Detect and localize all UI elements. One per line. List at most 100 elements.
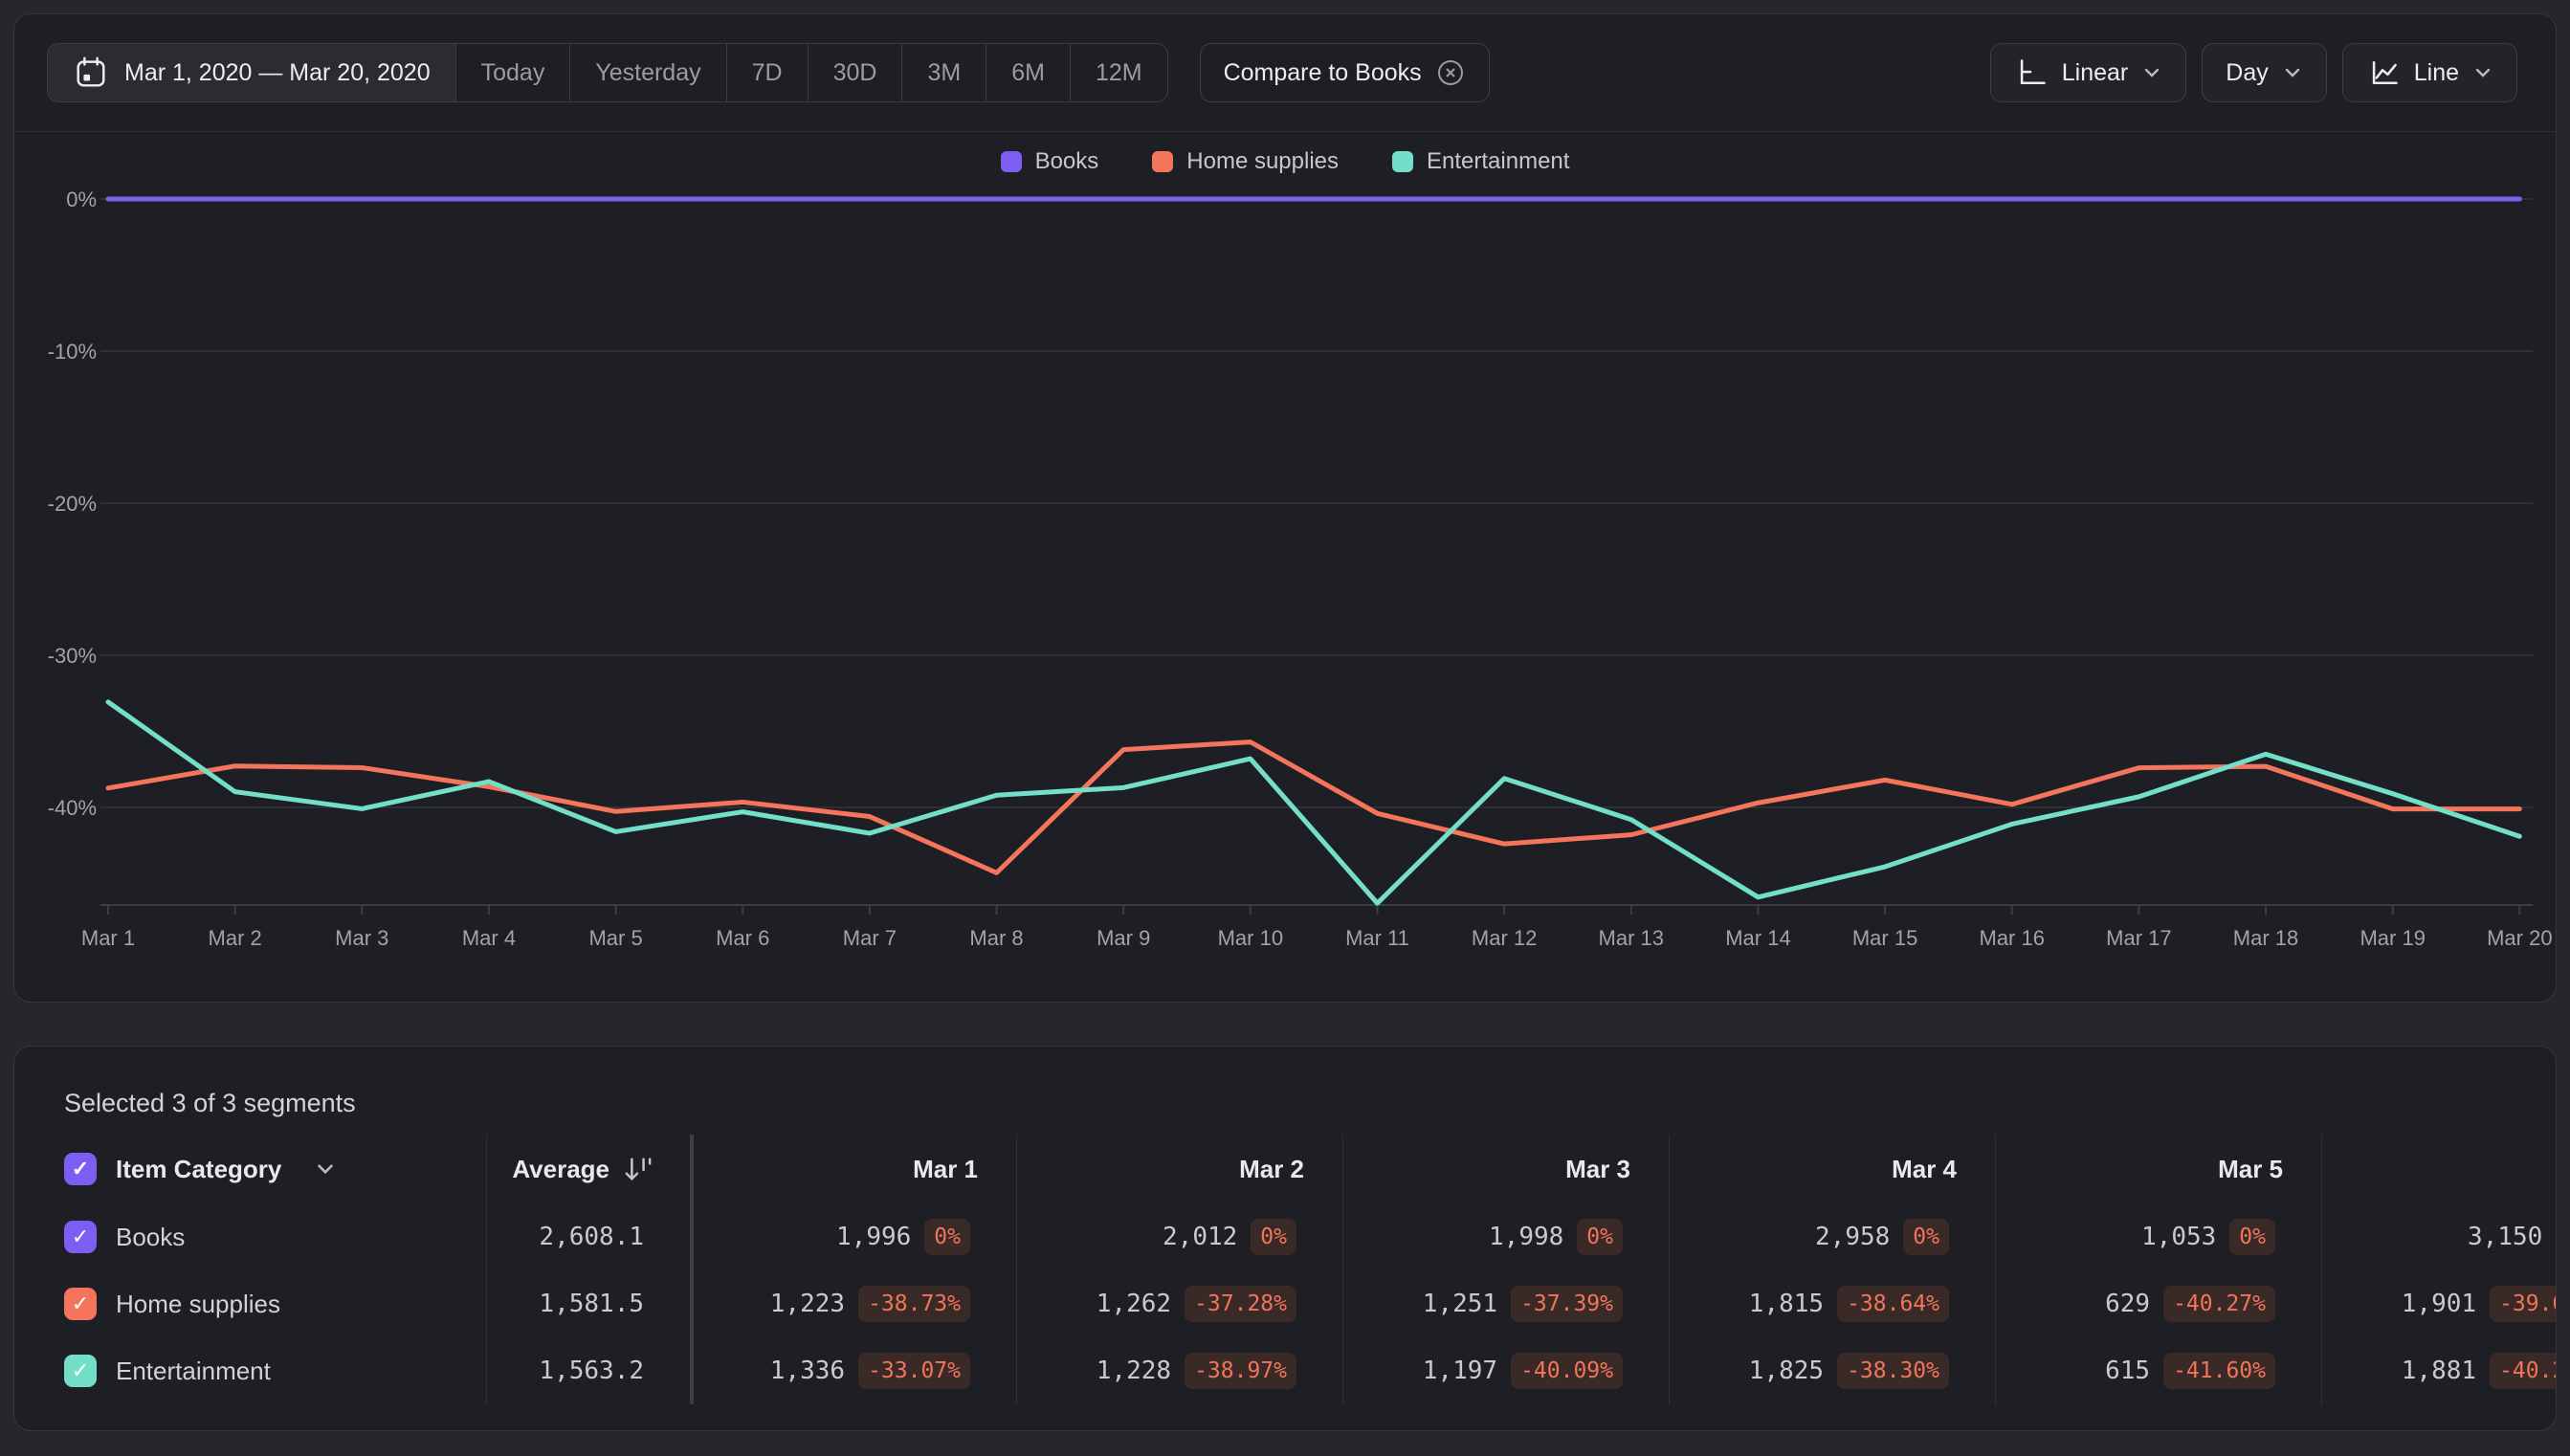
- x-axis-label: Mar 4: [462, 926, 516, 950]
- x-axis-label: Mar 16: [1980, 926, 2045, 950]
- percent-change-badge: 0%: [1903, 1219, 1949, 1255]
- chevron-down-icon: [2141, 62, 2162, 83]
- percent-change-badge: 0%: [2229, 1219, 2275, 1255]
- cell-value: 2,012: [1163, 1223, 1238, 1251]
- date-column-header: [2321, 1135, 2556, 1203]
- chevron-down-icon[interactable]: [314, 1158, 337, 1180]
- row-label: Entertainment: [116, 1356, 271, 1385]
- value-cell: 1,998 0%: [1342, 1203, 1669, 1270]
- row-label: Books: [116, 1222, 186, 1251]
- percent-change-badge: -40.29%: [2490, 1353, 2556, 1389]
- x-axis-label: Mar 5: [588, 926, 642, 950]
- chart-type-label: Line: [2413, 58, 2459, 86]
- item-category-header[interactable]: ✓ Item Category: [14, 1135, 486, 1203]
- percent-change-badge: -38.73%: [858, 1286, 970, 1322]
- average-header[interactable]: Average: [486, 1135, 690, 1203]
- preset-button-30d[interactable]: 30D: [807, 44, 902, 101]
- y-axis-label: 0%: [66, 188, 97, 211]
- cell-value: 1,996: [836, 1223, 912, 1251]
- scale-select[interactable]: Linear: [1989, 43, 2187, 102]
- value-cell: 1,251 -37.39%: [1342, 1270, 1669, 1337]
- value-cell: 629 -40.27%: [1995, 1270, 2321, 1337]
- value-cell: 1,262 -37.28%: [1016, 1270, 1342, 1337]
- percent-change-badge: -40.09%: [1511, 1353, 1623, 1389]
- percent-change-badge: -33.07%: [858, 1353, 970, 1389]
- chart-type-select[interactable]: Line: [2341, 43, 2517, 102]
- series-line-entertainment[interactable]: [105, 699, 2522, 906]
- cell-value: 1,825: [1748, 1357, 1825, 1385]
- value-cell: 1,228 -38.97%: [1016, 1337, 1342, 1404]
- percent-change-badge: -37.39%: [1511, 1286, 1623, 1322]
- x-axis-label: Mar 11: [1345, 926, 1409, 950]
- percent-change-badge: 0%: [1577, 1219, 1623, 1255]
- granularity-label: Day: [2226, 58, 2269, 86]
- x-axis-label: Mar 10: [1218, 926, 1283, 950]
- x-circle-icon[interactable]: [1435, 57, 1466, 88]
- x-axis-label: Mar 19: [2360, 926, 2425, 950]
- x-axis-label: Mar 2: [209, 926, 262, 950]
- segments-table: ✓ Item Category Average Mar 1 Mar 2 Mar 3 Mar …: [14, 1135, 2557, 1404]
- segments-table-panel: Selected 3 of 3 segments ✓ Item Category A…: [13, 1046, 2557, 1431]
- preset-button-7d[interactable]: 7D: [725, 44, 808, 101]
- value-cell: 2,012 0%: [1016, 1203, 1342, 1270]
- row-checkbox-home-supplies[interactable]: ✓: [64, 1288, 97, 1320]
- preset-button-today[interactable]: Today: [454, 44, 570, 101]
- cell-value: 1,223: [769, 1290, 846, 1318]
- cell-value: 1,197: [1422, 1357, 1498, 1385]
- value-cell: 1,815 -38.64%: [1669, 1270, 1995, 1337]
- cell-value: 1,251: [1422, 1290, 1498, 1318]
- value-cell: 1,223 -38.73%: [690, 1270, 1016, 1337]
- cell-value: 1,815: [1748, 1290, 1825, 1318]
- value-cell: 1,881 -40.29%: [2321, 1337, 2556, 1404]
- x-axis-label: Mar 1: [81, 926, 135, 950]
- value-cell: 3,150 0%: [2321, 1203, 2557, 1270]
- preset-button-3m[interactable]: 3M: [901, 44, 986, 101]
- cell-value: 1,053: [2141, 1223, 2217, 1251]
- value-cell: 1,996 0%: [690, 1203, 1016, 1270]
- y-axis-label: -30%: [48, 644, 97, 668]
- cell-value: 615: [2105, 1357, 2151, 1385]
- value-cell: 1,197 -40.09%: [1342, 1337, 1669, 1404]
- value-cell: 2,958 0%: [1669, 1203, 1995, 1270]
- analytics-report-page: Mar 1, 2020 — Mar 20, 2020 Today Yesterda…: [0, 0, 2570, 1456]
- x-axis-label: Mar 14: [1725, 926, 1790, 950]
- date-range-button[interactable]: Mar 1, 2020 — Mar 20, 2020: [48, 44, 455, 101]
- chevron-down-icon: [2472, 62, 2493, 83]
- value-cell: 615 -41.60%: [1995, 1337, 2321, 1404]
- preset-button-12m[interactable]: 12M: [1069, 44, 1167, 101]
- percent-change-badge: -38.97%: [1185, 1353, 1296, 1389]
- percent-change-badge: 0%: [2556, 1219, 2557, 1255]
- granularity-select[interactable]: Day: [2202, 43, 2327, 102]
- x-axis-label: Mar 12: [1472, 926, 1537, 950]
- x-axis-label: Mar 8: [969, 926, 1023, 950]
- item-category-header-label: Item Category: [116, 1154, 282, 1183]
- row-checkbox-books[interactable]: ✓: [64, 1221, 97, 1253]
- date-column-header: Mar 4: [1669, 1135, 1995, 1203]
- percent-change-badge: -37.28%: [1185, 1286, 1296, 1322]
- chart-panel: Mar 1, 2020 — Mar 20, 2020 Today Yesterda…: [13, 13, 2557, 1003]
- chevron-down-icon: [2282, 62, 2303, 83]
- x-axis-label: Mar 7: [843, 926, 897, 950]
- average-value: 1,581.5: [486, 1270, 690, 1337]
- row-checkbox-entertainment[interactable]: ✓: [64, 1355, 97, 1387]
- percent-change-badge: 0%: [1251, 1219, 1296, 1255]
- value-cell: 1,053 0%: [1995, 1203, 2321, 1270]
- y-axis-label: -10%: [48, 340, 97, 364]
- y-axis-label: -40%: [48, 796, 97, 820]
- cell-value: 1,262: [1096, 1290, 1172, 1318]
- preset-button-6m[interactable]: 6M: [986, 44, 1070, 101]
- cell-value: 1,228: [1096, 1357, 1172, 1385]
- select-all-checkbox[interactable]: ✓: [64, 1153, 97, 1185]
- percent-change-badge: -40.27%: [2163, 1286, 2275, 1322]
- percent-change-badge: -38.64%: [1837, 1286, 1949, 1322]
- value-cell: 1,901 -39.65%: [2321, 1270, 2556, 1337]
- preset-button-yesterday[interactable]: Yesterday: [569, 44, 725, 101]
- cell-value: 1,336: [769, 1357, 846, 1385]
- average-value: 2,608.1: [486, 1203, 690, 1270]
- date-column-header: Mar 2: [1016, 1135, 1342, 1203]
- compare-button[interactable]: Compare to Books: [1199, 43, 1490, 102]
- x-axis-label: Mar 13: [1599, 926, 1664, 950]
- scale-label: Linear: [2061, 58, 2129, 86]
- date-column-header: Mar 5: [1995, 1135, 2321, 1203]
- compare-label: Compare to Books: [1223, 58, 1422, 86]
